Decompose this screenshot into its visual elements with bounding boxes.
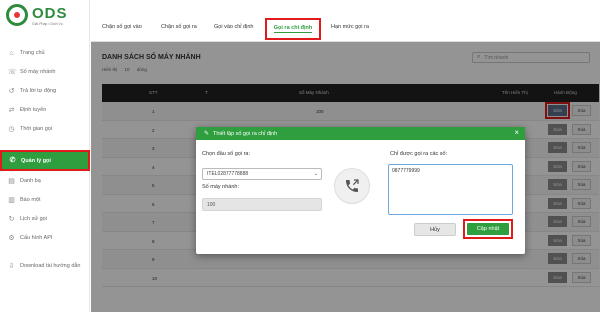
modal-title: Thiết lập số gọi ra chỉ định <box>213 130 278 137</box>
logo[interactable]: ODS Giải Pháp • Dịch Vụ <box>6 3 90 29</box>
sidebar-item-call-history[interactable]: ↻ Lịch sử gọi <box>0 210 90 228</box>
designated-outgoing-modal: ✎ Thiết lập số gọi ra chỉ định × Chọn đầ… <box>196 127 525 254</box>
phone-call-icon <box>334 168 370 204</box>
prefix-label: Chọn đầu số gọi ra: <box>202 151 251 157</box>
sidebar-item-download-guide[interactable]: ⇩ Download tài hướng dẫn <box>0 257 90 275</box>
sidebar: ODS Giải Pháp • Dịch Vụ ⌂ Trang chủ ☏ Số m… <box>0 0 90 312</box>
sidebar-item-routing[interactable]: ⇄ Định tuyến <box>0 101 90 119</box>
history-icon: ↻ <box>8 215 15 223</box>
logo-subtitle: Giải Pháp • Dịch Vụ <box>32 22 63 26</box>
tab-designated-incoming[interactable]: Gọi vào chỉ định <box>214 24 253 30</box>
sidebar-item-extensions[interactable]: ☏ Số máy nhánh <box>0 63 90 81</box>
sidebar-item-home[interactable]: ⌂ Trang chủ <box>0 44 90 62</box>
api-icon: ⚙ <box>8 234 15 242</box>
update-button-highlight: Cập nhật <box>463 219 513 239</box>
home-icon: ⌂ <box>9 49 14 57</box>
chart-icon: ▥ <box>8 196 15 204</box>
sidebar-item-label: Định tuyến <box>20 107 47 113</box>
chevron-down-icon: ⌄ <box>313 171 318 177</box>
logo-mark <box>6 4 28 26</box>
close-icon[interactable]: × <box>514 129 519 137</box>
download-icon: ⇩ <box>8 262 15 270</box>
sidebar-item-label: Thời gian gọi <box>20 126 53 132</box>
sidebar-item-label: Trả lời tự động <box>20 88 57 94</box>
tab-outgoing-limit[interactable]: Hạn mức gọi ra <box>331 24 369 30</box>
sidebar-item-label: Danh bạ <box>20 178 41 184</box>
extension-value: 100 <box>207 201 216 208</box>
phone-forward-icon <box>346 179 359 192</box>
phone-icon: ✆ <box>9 157 16 164</box>
clock-icon: ◷ <box>8 125 15 133</box>
cancel-button[interactable]: Hủy <box>414 223 456 236</box>
sidebar-item-api-config[interactable]: ⚙ Cấu hình API <box>0 229 90 247</box>
allowed-numbers-label: Chỉ được gọi ra các số: <box>390 151 448 157</box>
contacts-icon: ▤ <box>8 177 15 185</box>
prefix-value: ITEL02877778888 <box>207 171 249 177</box>
extension-field: 100 <box>202 198 322 211</box>
logo-text: ODS <box>32 5 68 22</box>
tab-designated-outgoing[interactable]: Gọi ra chỉ định <box>265 18 321 40</box>
sidebar-item-auto-reply[interactable]: ↺ Trả lời tự động <box>0 82 90 100</box>
modal-header: ✎ Thiết lập số gọi ra chỉ định × <box>196 127 525 140</box>
phone-icon: ☏ <box>8 68 17 76</box>
sidebar-item-label: Báo một <box>20 197 41 203</box>
tab-block-incoming[interactable]: Chặn số gọi vào <box>102 24 142 30</box>
tab-bar: Chặn số gọi vào Chặn số gọi ra Gọi vào c… <box>91 0 600 42</box>
allowed-numbers-textarea[interactable]: 0877779999 <box>388 164 513 215</box>
edit-icon: ✎ <box>204 131 210 137</box>
prefix-select[interactable]: ITEL02877778888 ⌄ <box>202 168 322 180</box>
sidebar-item-label: Quản lý gọi <box>21 157 51 164</box>
sidebar-item-label: Số máy nhánh <box>20 69 56 75</box>
sidebar-item-contacts[interactable]: ▤ Danh bạ <box>0 172 90 190</box>
sidebar-item-call-management[interactable]: ✆ Quản lý gọi <box>0 150 90 171</box>
sidebar-item-label: Trang chủ <box>20 50 45 56</box>
sidebar-item-call-time[interactable]: ◷ Thời gian gọi <box>0 120 90 138</box>
extension-label: Số máy nhánh: <box>202 184 239 190</box>
reply-icon: ↺ <box>8 87 15 95</box>
route-icon: ⇄ <box>8 106 15 114</box>
sidebar-item-label: Download tài hướng dẫn <box>20 263 81 269</box>
sidebar-item-label: Cấu hình API <box>20 235 53 241</box>
tab-label: Gọi ra chỉ định <box>273 25 313 33</box>
sidebar-item-reports[interactable]: ▥ Báo một <box>0 191 90 209</box>
update-button[interactable]: Cập nhật <box>467 223 509 235</box>
tab-block-outgoing[interactable]: Chặn số gọi ra <box>161 24 197 30</box>
sidebar-item-label: Lịch sử gọi <box>20 216 47 222</box>
